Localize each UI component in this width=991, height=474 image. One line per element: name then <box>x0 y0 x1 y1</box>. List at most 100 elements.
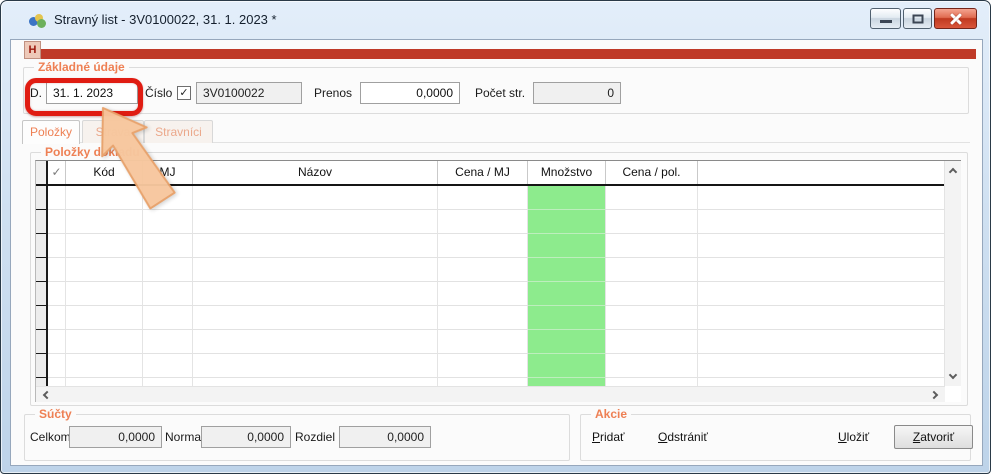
maximize-button[interactable] <box>903 8 932 29</box>
table-cell[interactable] <box>66 378 143 386</box>
table-cell[interactable] <box>143 354 193 378</box>
table-cell[interactable] <box>606 186 698 210</box>
table-cell[interactable] <box>193 306 438 330</box>
table-cell[interactable] <box>438 330 528 354</box>
table-cell[interactable] <box>143 282 193 306</box>
row-selector-cell[interactable] <box>36 306 48 330</box>
table-cell[interactable] <box>193 378 438 386</box>
table-cell[interactable] <box>528 330 606 354</box>
row-selector-cell[interactable] <box>36 354 48 378</box>
table-cell[interactable] <box>48 210 66 234</box>
table-cell[interactable] <box>143 378 193 386</box>
table-cell[interactable] <box>606 330 698 354</box>
scroll-down-icon[interactable] <box>945 369 961 385</box>
table-cell[interactable] <box>438 354 528 378</box>
table-cell[interactable] <box>143 258 193 282</box>
table-cell[interactable] <box>193 234 438 258</box>
table-cell[interactable] <box>606 234 698 258</box>
table-cell[interactable] <box>606 282 698 306</box>
table-cell[interactable] <box>606 306 698 330</box>
pridat-button[interactable]: Pridať <box>592 426 625 448</box>
table-cell[interactable] <box>606 378 698 386</box>
table-cell[interactable] <box>528 282 606 306</box>
row-selector-cell[interactable] <box>36 378 48 386</box>
table-cell[interactable] <box>438 378 528 386</box>
odstranit-button[interactable]: Odstrániť <box>658 426 708 448</box>
table-cell[interactable] <box>193 258 438 282</box>
header-cell-6[interactable]: Cena / pol. <box>606 161 698 184</box>
scroll-left-icon[interactable] <box>37 387 53 403</box>
table-cell[interactable] <box>528 186 606 210</box>
table-cell[interactable] <box>528 210 606 234</box>
table-cell[interactable] <box>438 282 528 306</box>
table-cell[interactable] <box>438 258 528 282</box>
table-cell[interactable] <box>528 258 606 282</box>
table-cell[interactable] <box>66 354 143 378</box>
table-cell[interactable] <box>143 210 193 234</box>
row-selector-cell[interactable] <box>36 186 48 210</box>
table-cell[interactable] <box>66 282 143 306</box>
table-cell[interactable] <box>606 210 698 234</box>
date-input[interactable]: 31. 1. 2023 <box>46 82 138 104</box>
zatvorit-button[interactable]: Zatvoriť <box>894 425 973 449</box>
header-cell-2[interactable]: MJ <box>143 161 193 184</box>
table-cell[interactable] <box>48 306 66 330</box>
table-cell[interactable] <box>606 258 698 282</box>
tab-polozky[interactable]: Položky <box>22 120 80 144</box>
table-cell[interactable] <box>66 210 143 234</box>
h-toolbar-button[interactable]: H <box>24 41 41 59</box>
table-cell[interactable] <box>66 330 143 354</box>
ulozit-button[interactable]: Uložiť <box>838 426 869 448</box>
vertical-scrollbar[interactable] <box>944 161 961 386</box>
table-cell[interactable] <box>606 354 698 378</box>
scroll-up-icon[interactable] <box>945 162 961 178</box>
minimize-button[interactable] <box>870 8 901 29</box>
table-cell[interactable] <box>143 186 193 210</box>
row-selector-cell[interactable] <box>36 234 48 258</box>
table-cell[interactable] <box>48 234 66 258</box>
header-cell-0[interactable]: ✓ <box>48 161 66 184</box>
table-cell[interactable] <box>528 378 606 386</box>
table-cell[interactable] <box>48 378 66 386</box>
table-cell[interactable] <box>193 210 438 234</box>
table-cell[interactable] <box>66 258 143 282</box>
row-selector-cell[interactable] <box>36 282 48 306</box>
tab-stravnici[interactable]: Stravníci <box>144 120 213 143</box>
table-cell[interactable] <box>143 330 193 354</box>
table-cell[interactable] <box>66 186 143 210</box>
table-cell[interactable] <box>48 258 66 282</box>
row-selector-cell[interactable] <box>36 330 48 354</box>
tab-strava[interactable]: Strava <box>82 120 144 143</box>
row-selector-cell[interactable] <box>36 258 48 282</box>
table-cell[interactable] <box>528 354 606 378</box>
table-cell[interactable] <box>66 306 143 330</box>
header-cell-5[interactable]: Množstvo <box>528 161 606 184</box>
table-cell[interactable] <box>66 234 143 258</box>
title-bar[interactable]: Stravný list - 3V0100022, 31. 1. 2023 * <box>1 1 990 39</box>
table-cell[interactable] <box>438 234 528 258</box>
table-cell[interactable] <box>143 234 193 258</box>
table-cell[interactable] <box>438 186 528 210</box>
table-cell[interactable] <box>193 354 438 378</box>
table-cell[interactable] <box>143 306 193 330</box>
prenos-input[interactable]: 0,0000 <box>360 82 460 104</box>
table-cell[interactable] <box>48 282 66 306</box>
table-cell[interactable] <box>193 282 438 306</box>
table-cell[interactable] <box>528 234 606 258</box>
header-cell-3[interactable]: Názov <box>193 161 438 184</box>
close-button[interactable] <box>934 8 977 29</box>
table-cell[interactable] <box>438 306 528 330</box>
row-selector-cell[interactable] <box>36 210 48 234</box>
horizontal-scrollbar[interactable] <box>36 386 945 402</box>
header-cell-1[interactable]: Kód <box>66 161 143 184</box>
table-cell[interactable] <box>193 330 438 354</box>
cislo-checkbox[interactable]: ✓ <box>177 86 191 100</box>
table-cell[interactable] <box>48 330 66 354</box>
table-cell[interactable] <box>528 306 606 330</box>
header-cell-4[interactable]: Cena / MJ <box>438 161 528 184</box>
scroll-right-icon[interactable] <box>928 387 944 403</box>
table-cell[interactable] <box>48 354 66 378</box>
table-cell[interactable] <box>438 210 528 234</box>
table-cell[interactable] <box>193 186 438 210</box>
table-cell[interactable] <box>48 186 66 210</box>
